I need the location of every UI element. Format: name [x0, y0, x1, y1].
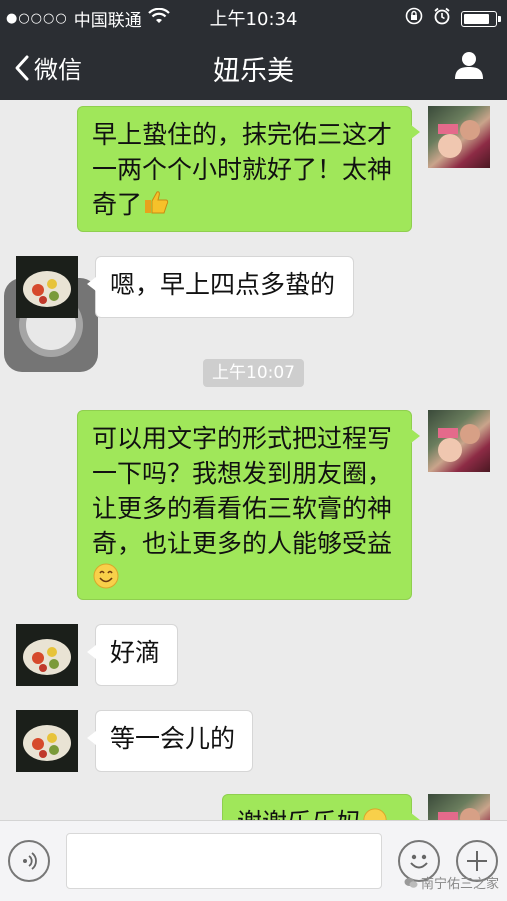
contact-avatar[interactable]	[16, 256, 78, 318]
battery-icon	[461, 10, 501, 27]
message-text: 可以用文字的形式把过程写一下吗？我想发到朋友圈，让更多的看看佑三软膏的神奇，也让…	[92, 424, 393, 558]
contact-avatar[interactable]	[16, 710, 78, 772]
smile-icon	[92, 562, 120, 599]
message-bubble[interactable]: 谢谢乐乐妈	[222, 794, 420, 820]
message-bubble[interactable]: 早上蛰住的，抹完佑三这才一两个个小时就好了！太神奇了	[77, 106, 420, 232]
my-avatar[interactable]	[428, 410, 490, 472]
message-bubble[interactable]: 等一会儿的	[87, 710, 253, 772]
voice-input-button[interactable]	[8, 840, 50, 882]
thumbs-up-icon	[142, 188, 170, 225]
rotation-lock-icon	[405, 7, 423, 30]
voice-icon	[23, 852, 37, 870]
contact-info-icon[interactable]	[453, 50, 485, 84]
message-list[interactable]: 早上蛰住的，抹完佑三这才一两个个小时就好了！太神奇了 嗯，早上四点多蛰的 上午1…	[0, 100, 507, 820]
plus-icon	[467, 851, 487, 871]
timestamp-label: 上午10:07	[203, 359, 304, 387]
watermark: 南宁佑三之家	[404, 873, 499, 892]
contact-avatar[interactable]	[16, 624, 78, 686]
message-bubble[interactable]: 好滴	[87, 624, 178, 686]
chat-header: 微信 妞乐美	[0, 32, 507, 100]
smile-icon	[362, 807, 388, 820]
my-avatar[interactable]	[428, 794, 490, 820]
status-bar: ●○○○○ 中国联通 上午10:34	[0, 0, 507, 32]
smiley-icon	[410, 854, 428, 869]
message-text: 好滴	[110, 638, 161, 667]
wechat-logo-icon	[404, 877, 418, 888]
message-text: 早上蛰住的，抹完佑三这才一两个个小时就好了！太神奇了	[92, 120, 393, 219]
chat-title: 妞乐美	[213, 56, 294, 87]
my-avatar[interactable]	[428, 106, 490, 168]
message-text: 嗯，早上四点多蛰的	[110, 270, 336, 299]
message-bubble[interactable]: 嗯，早上四点多蛰的	[87, 256, 354, 318]
watermark-text: 南宁佑三之家	[420, 877, 499, 892]
message-input[interactable]	[66, 833, 382, 889]
input-bar: 南宁佑三之家	[0, 820, 507, 901]
message-text: 等一会儿的	[110, 724, 236, 753]
alarm-icon	[433, 7, 451, 30]
message-text: 谢谢乐乐妈	[237, 808, 362, 820]
message-bubble[interactable]: 可以用文字的形式把过程写一下吗？我想发到朋友圈，让更多的看看佑三软膏的神奇，也让…	[77, 410, 420, 600]
